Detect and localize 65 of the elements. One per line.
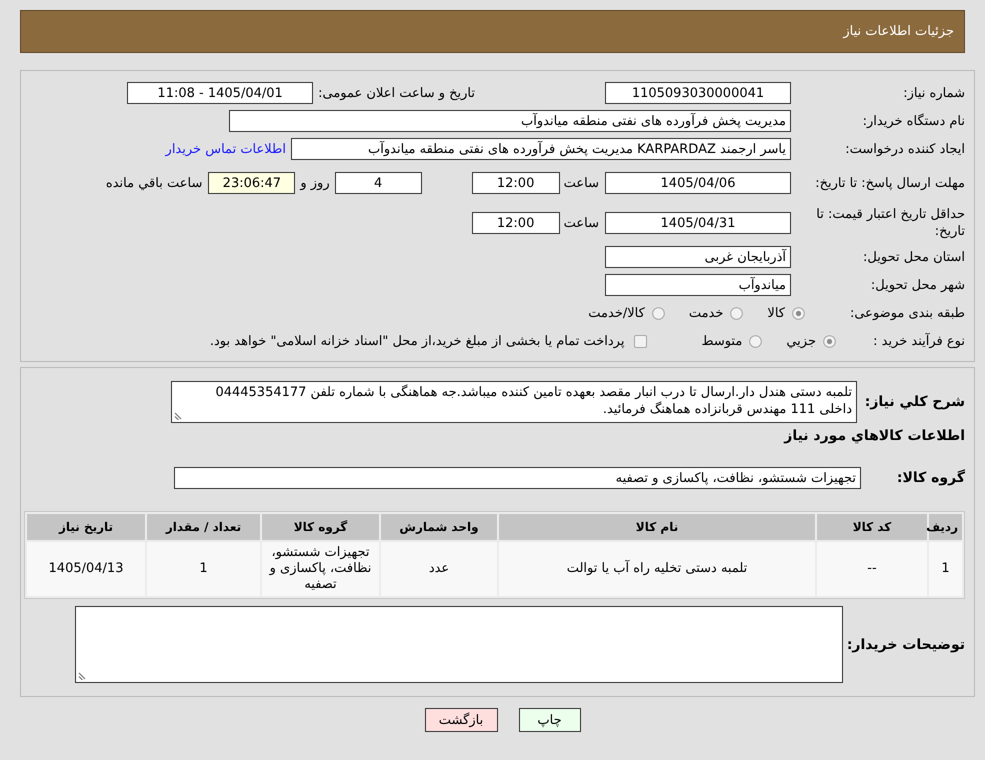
field-label: استان محل تحویل: [862,248,965,266]
table-cell: عدد [381,542,497,596]
field-label: تاریخ و ساعت اعلان عمومی: [318,84,475,102]
column-header: تاریخ نیاز [27,514,145,540]
days-label: روز و [300,174,330,192]
column-header: واحد شمارش [381,514,497,540]
table-cell: 1 [929,542,962,596]
table-cell: 1405/04/13 [27,542,145,596]
print-button[interactable]: چاپ [518,708,580,732]
field-label: شماره نیاز: [902,84,965,102]
description-label: شرح كلي نياز: [864,394,965,410]
resize-grip-icon [174,412,182,420]
table-cell: 1 [147,542,260,596]
radio-button[interactable] [749,334,762,348]
description-field[interactable]: تلمبه دستی هندل دار.ارسال تا درب انبار مقصد بعهده تامین کننده میباشد.جه هماهنگی با شماره تلفن 04445354177 داخلی 111 مهندس قربانزاده هماهنگ فرمائید. [171,381,857,423]
field-label: نوع فرآیند خرید : [872,332,965,350]
buyer-contact-link[interactable]: اطلاعات تماس خریدار [166,142,286,156]
radio-button[interactable] [730,306,744,320]
radio-button[interactable] [823,334,836,348]
page-title: جزئیات اطلاعات نیاز [843,24,954,39]
radio-button[interactable] [652,306,665,320]
option-label: متوسط [701,334,742,348]
field-label: ایجاد کننده درخواست: [844,140,965,158]
field-label: نام دستگاه خریدار: [862,112,965,130]
field-label: حداقل تاریخ اعتبار قیمت: تا تاریخ: [815,206,965,240]
time-label: ساعت [564,174,599,192]
checkbox-label: پرداخت تمام یا بخشی از مبلغ خرید،از محل "اسناد خزانه اسلامی" خواهد بود. [210,334,624,348]
field-label: مهلت ارسال پاسخ: تا تاریخ: [814,174,965,192]
deadline-time-field[interactable]: 12:00 [472,172,560,194]
need-number-field[interactable]: 1105093030000041 [605,82,791,104]
section-heading: اطلاعات كالاهاي مورد نياز [784,427,965,445]
deadline-date-field[interactable]: 1405/04/06 [605,172,791,194]
column-header: کد کالا [817,514,927,540]
city-field[interactable]: میاندوآب [605,274,791,296]
time-label: ساعت [564,214,599,232]
option-label: کالا [767,306,785,320]
remaining-time-label: ساعت باقي مانده [106,174,202,192]
days-field[interactable]: 4 [334,172,422,194]
back-button[interactable]: بازگشت [424,708,498,732]
option-label: کالا/خدمت [588,306,645,320]
goods-group-field[interactable]: تجهیزات شستشو، نظافت، پاکسازی و تصفیه [174,467,861,489]
buyer-notes-field[interactable] [75,606,843,683]
option-label: جزيي [786,334,816,348]
option-label: خدمت [688,306,724,320]
column-header: تعداد / مقدار [147,514,260,540]
radio-button[interactable] [792,306,805,320]
table-cell: تلمبه دستی تخلیه راه آب یا توالت [499,542,815,596]
column-header: گروه کالا [262,514,379,540]
buyer-org-field[interactable]: مدیریت پخش فرآورده های نفتی منطقه میاندوآب [229,110,791,132]
validity-time-field[interactable]: 12:00 [472,212,560,234]
field-label: شهر محل تحویل: [870,276,965,294]
table-cell: تجهیزات شستشو، نظافت، پاکسازی و تصفیه [262,542,379,596]
column-header: نام کالا [499,514,815,540]
province-field[interactable]: آذربایجان غربی [605,246,791,268]
checkbox[interactable] [634,334,648,348]
requester-field[interactable]: یاسر ارجمند KARPARDAZ مدیریت پخش فرآورده های نفتی منطقه میاندوآب [291,138,791,160]
resize-grip-icon [78,672,86,680]
table-cell: -- [817,542,927,596]
goods-group-label: گروه کالا: [896,470,965,486]
announce-datetime-field[interactable]: 1405/04/01 - 11:08 [127,82,314,104]
validity-date-field[interactable]: 1405/04/31 [605,212,791,234]
buyer-notes-label: توضیحات خریدار: [846,636,965,652]
column-header: ردیف [929,514,962,540]
field-label: طبقه بندی موضوعی: [848,304,965,322]
remaining-time-field[interactable]: 23:06:47 [208,172,296,194]
